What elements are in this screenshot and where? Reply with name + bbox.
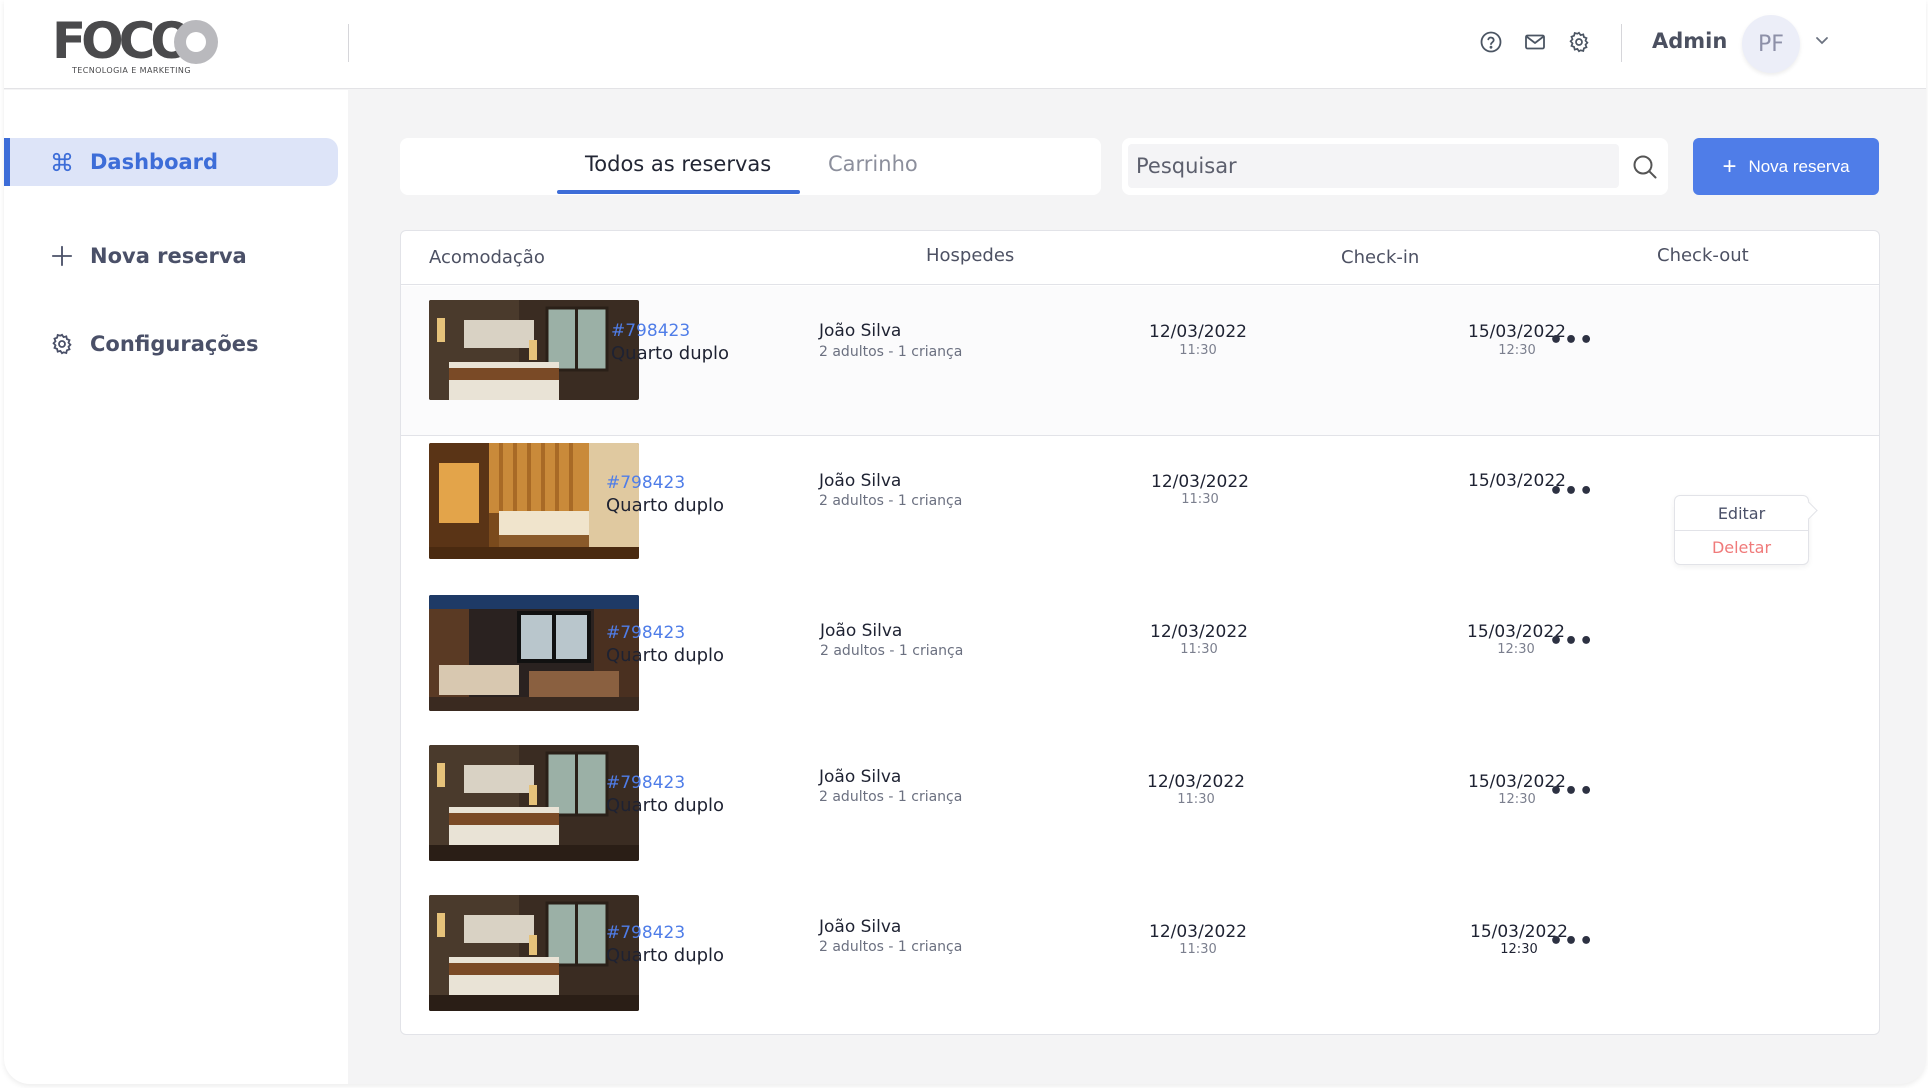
room-type: Quarto duplo (606, 795, 725, 816)
guest-detail: 2 adultos - 1 criança (820, 643, 964, 659)
sidebar-item-label: Configurações (90, 332, 259, 356)
gear-icon (50, 332, 74, 356)
logo-text: FOCO (52, 12, 193, 70)
reservation-code[interactable]: #798423 (606, 623, 685, 643)
reservation-code[interactable]: #798423 (606, 773, 685, 793)
room-type: Quarto duplo (606, 645, 725, 666)
tab-carrinho[interactable]: Carrinho (828, 152, 918, 176)
search-bar (1122, 138, 1668, 195)
checkin-date: 12/03/2022 (1149, 322, 1247, 342)
command-icon (50, 150, 74, 174)
table-row[interactable]: #798423 Quarto duplo João Silva 2 adulto… (401, 587, 1879, 737)
guest-name: João Silva (820, 621, 903, 641)
table-row[interactable]: #798423 Quarto duplo João Silva 2 adulto… (401, 887, 1879, 1037)
tabs-bar: Todos as reservas Carrinho (400, 138, 1101, 195)
new-reservation-label: Nova reserva (1748, 156, 1850, 176)
guest-detail: 2 adultos - 1 criança (819, 493, 963, 509)
row-actions-menu: Editar Deletar (1674, 495, 1809, 565)
table-row[interactable]: #798423 Quarto duplo João Silva 2 adulto… (401, 437, 1879, 587)
room-thumbnail (429, 300, 639, 400)
reservation-code[interactable]: #798423 (611, 321, 690, 341)
plus-icon (50, 244, 74, 268)
sidebar-item-dashboard[interactable]: Dashboard (4, 138, 338, 186)
more-options-icon[interactable]: ••• (1549, 781, 1593, 805)
reservation-code[interactable]: #798423 (606, 473, 685, 493)
sidebar-item-label: Nova reserva (90, 244, 247, 268)
sidebar-item-label: Dashboard (90, 150, 219, 174)
header-divider (348, 24, 349, 62)
sidebar: Dashboard Nova reserva Configurações (4, 90, 348, 1084)
reservation-code[interactable]: #798423 (606, 923, 685, 943)
guest-name: João Silva (819, 917, 902, 937)
guest-detail: 2 adultos - 1 criança (819, 939, 963, 955)
sidebar-item-configuracoes[interactable]: Configurações (4, 320, 338, 368)
chevron-down-icon[interactable] (1812, 30, 1832, 50)
user-name: Admin (1652, 29, 1728, 53)
checkin-time: 11:30 (1177, 792, 1215, 807)
guest-name: João Silva (819, 321, 902, 341)
column-header-acomodacao: Acomodação (429, 247, 545, 268)
sidebar-item-nova-reserva[interactable]: Nova reserva (4, 232, 338, 280)
checkin-time: 11:30 (1179, 942, 1217, 957)
app-window: FOCO TECNOLOGIA E MARKETING Admin PF Das… (4, 0, 1926, 1084)
guest-name: João Silva (819, 471, 902, 491)
checkin-date: 12/03/2022 (1151, 472, 1249, 492)
column-header-hospedes: Hospedes (926, 245, 1015, 266)
logo-tagline: TECNOLOGIA E MARKETING (72, 66, 191, 75)
search-icon[interactable] (1632, 154, 1658, 180)
menu-divider (1675, 530, 1808, 531)
more-options-icon[interactable]: ••• (1549, 481, 1593, 505)
guest-name: João Silva (819, 767, 902, 787)
new-reservation-button[interactable]: + Nova reserva (1693, 138, 1879, 195)
table-row[interactable]: #798423 Quarto duplo João Silva 2 adulto… (401, 737, 1879, 887)
logo-o-mark (174, 20, 218, 64)
guest-detail: 2 adultos - 1 criança (819, 789, 963, 805)
checkin-date: 12/03/2022 (1147, 772, 1245, 792)
top-header: FOCO TECNOLOGIA E MARKETING Admin PF (4, 0, 1926, 89)
logo: FOCO TECNOLOGIA E MARKETING (52, 12, 222, 78)
room-type: Quarto duplo (606, 495, 725, 516)
tab-todos-as-reservas[interactable]: Todos as reservas (585, 152, 771, 176)
avatar[interactable]: PF (1742, 15, 1800, 73)
checkin-time: 11:30 (1179, 343, 1217, 358)
reservations-table: Acomodação Hospedes Check-in Check-out #… (400, 230, 1880, 1035)
active-tab-indicator (557, 190, 800, 194)
header-divider (1621, 24, 1622, 62)
edit-menu-item[interactable]: Editar (1675, 504, 1808, 523)
delete-menu-item[interactable]: Deletar (1675, 538, 1808, 557)
settings-icon[interactable] (1567, 30, 1591, 54)
column-header-checkout: Check-out (1657, 245, 1749, 266)
room-type: Quarto duplo (611, 343, 730, 364)
checkin-date: 12/03/2022 (1150, 622, 1248, 642)
room-type: Quarto duplo (606, 945, 725, 966)
checkin-time: 11:30 (1181, 492, 1219, 507)
more-options-icon[interactable]: ••• (1549, 631, 1593, 655)
checkin-time: 11:30 (1180, 642, 1218, 657)
checkin-date: 12/03/2022 (1149, 922, 1247, 942)
more-options-icon[interactable]: ••• (1549, 931, 1593, 955)
table-row[interactable]: #798423 Quarto duplo João Silva 2 adulto… (401, 286, 1879, 436)
help-circle-icon[interactable] (1479, 30, 1503, 54)
table-header: Acomodação Hospedes Check-in Check-out (401, 231, 1879, 285)
column-header-checkin: Check-in (1341, 247, 1420, 268)
plus-icon: + (1722, 152, 1737, 180)
search-input[interactable] (1128, 144, 1619, 188)
guest-detail: 2 adultos - 1 criança (819, 344, 963, 360)
mail-icon[interactable] (1523, 30, 1547, 54)
more-options-icon[interactable]: ••• (1549, 330, 1593, 354)
